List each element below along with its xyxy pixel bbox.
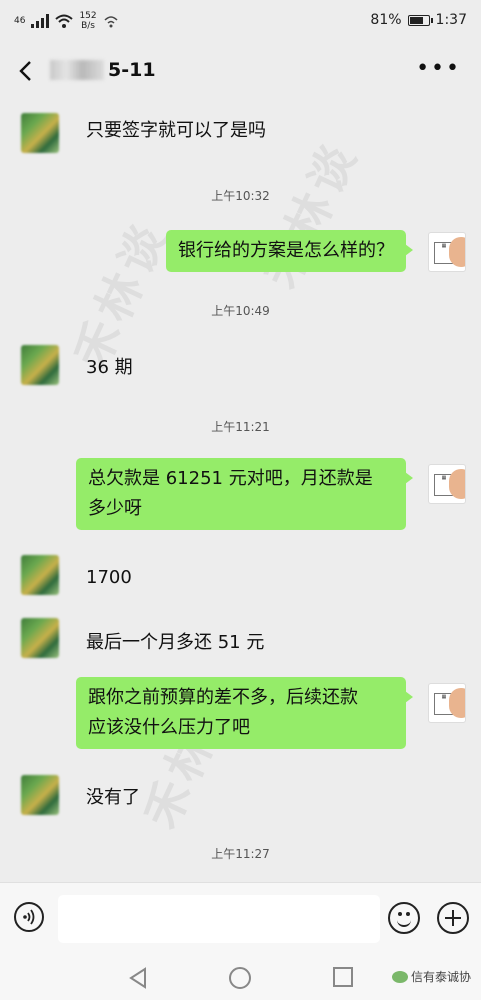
- chat-header: 5-11 •••: [0, 42, 481, 100]
- battery-icon: [407, 14, 433, 26]
- chevron-left-icon: [19, 61, 31, 81]
- message-text: 1700: [86, 567, 132, 588]
- clock: 1:37: [435, 12, 467, 28]
- contact-avatar[interactable]: [21, 345, 59, 385]
- message-text: 只要签字就可以了是吗: [86, 120, 266, 141]
- message-list[interactable]: 禾林谈 禾林谈 禾林谈 只要签字就可以了是吗 上午10:32 银行给的方案是怎么…: [0, 100, 481, 882]
- signal-bars-icon: [31, 14, 50, 28]
- user-avatar[interactable]: ▦: [428, 464, 466, 504]
- redacted-name: [50, 60, 104, 80]
- input-bar: [0, 882, 481, 955]
- message-bubble[interactable]: 总欠款是 61251 元对吧，月还款是 多少呀: [76, 458, 413, 530]
- hotspot-icon: [104, 16, 118, 28]
- wifi-icon: [55, 14, 74, 28]
- back-button[interactable]: [14, 58, 40, 84]
- square-recent-icon: [333, 967, 353, 987]
- more-functions-button[interactable]: [437, 902, 469, 934]
- hand-icon: [449, 469, 465, 499]
- contact-avatar[interactable]: [21, 113, 59, 153]
- triangle-back-icon: [129, 967, 146, 989]
- user-avatar[interactable]: ▦: [428, 232, 466, 272]
- message-text: 36 期: [86, 357, 133, 378]
- battery-percent: 81%: [370, 12, 402, 28]
- timestamp: 上午11:21: [211, 420, 270, 434]
- nav-recent-button[interactable]: [332, 966, 354, 988]
- hand-icon: [449, 688, 465, 718]
- voice-input-button[interactable]: [14, 902, 44, 932]
- chat-title: 5-11: [50, 59, 156, 81]
- system-nav-bar: 信有泰诚协: [0, 954, 481, 1000]
- contact-avatar[interactable]: [21, 618, 59, 658]
- message-text: 没有了: [86, 787, 140, 808]
- message-bubble[interactable]: 跟你之前预算的差不多，后续还款 应该没什么压力了吧: [76, 677, 413, 749]
- voice-icon: [23, 909, 35, 925]
- contact-avatar[interactable]: [21, 555, 59, 595]
- nav-home-button[interactable]: [228, 966, 252, 990]
- hand-icon: [449, 237, 465, 267]
- user-avatar[interactable]: ▦: [428, 683, 466, 723]
- contact-avatar[interactable]: [21, 775, 59, 815]
- status-bar: 46 152 B/s 81% 1:37: [0, 0, 481, 42]
- timestamp: 上午10:32: [211, 189, 270, 203]
- signal-indicator: 46: [14, 15, 26, 26]
- plus-icon: [445, 910, 461, 926]
- timestamp: 上午10:49: [211, 304, 270, 318]
- emoji-icon: [398, 912, 402, 916]
- watermark: 禾林谈: [253, 132, 369, 297]
- message-bubble[interactable]: 银行给的方案是怎么样的？: [166, 230, 413, 272]
- more-options-button[interactable]: •••: [416, 56, 461, 81]
- emoji-button[interactable]: [388, 902, 420, 934]
- message-input[interactable]: [58, 895, 380, 943]
- footer-brand: 信有泰诚协: [391, 968, 471, 985]
- brand-logo-icon: [391, 970, 408, 983]
- network-speed: 152 B/s: [79, 11, 97, 31]
- message-text: 最后一个月多还 51 元: [86, 632, 265, 653]
- circle-home-icon: [229, 967, 251, 989]
- timestamp: 上午11:27: [211, 847, 270, 861]
